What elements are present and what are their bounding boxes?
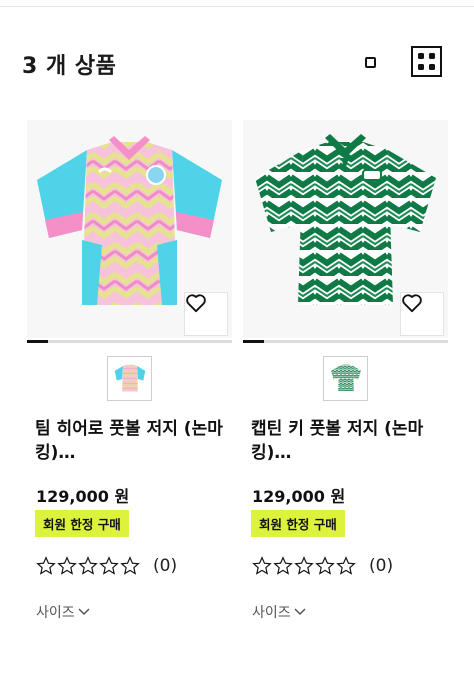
product-image[interactable] (243, 120, 448, 338)
product-card[interactable]: 캡틴 키 풋볼 저지 (논마킹)… 129,000 원 회원 한정 구매 (0)… (243, 120, 448, 622)
size-dropdown[interactable]: 사이즈 (36, 602, 232, 622)
product-name[interactable]: 팀 히어로 풋볼 저지 (논마킹)… (35, 417, 225, 465)
size-label: 사이즈 (36, 605, 75, 621)
top-divider (0, 6, 474, 7)
review-count: (0) (369, 556, 394, 576)
chevron-down-icon (78, 608, 90, 616)
image-carousel-progress (243, 340, 448, 343)
star-icon (336, 556, 356, 575)
single-view-icon[interactable] (362, 54, 378, 70)
star-icon (99, 556, 119, 575)
star-icon (273, 556, 293, 575)
listing-header: 3 개 상품 (22, 46, 452, 79)
member-only-badge: 회원 한정 구매 (35, 510, 129, 537)
product-price: 129,000 원 (252, 487, 346, 506)
wishlist-heart-icon[interactable] (400, 292, 444, 336)
product-card[interactable]: 팀 히어로 풋볼 저지 (논마킹)… 129,000 원 회원 한정 구매 (0… (27, 120, 232, 622)
product-name[interactable]: 캡틴 키 풋볼 저지 (논마킹)… (251, 417, 441, 465)
member-only-badge: 회원 한정 구매 (251, 510, 345, 537)
review-count: (0) (153, 556, 178, 576)
product-count-title: 3 개 상품 (22, 54, 117, 79)
chevron-down-icon (294, 608, 306, 616)
star-icon (315, 556, 335, 575)
star-icon (36, 556, 56, 575)
star-icon (57, 556, 77, 575)
size-dropdown[interactable]: 사이즈 (252, 602, 448, 622)
color-swatch-thumbnail[interactable] (107, 356, 152, 401)
star-icon (120, 556, 140, 575)
star-icon (252, 556, 272, 575)
product-price: 129,000 원 (36, 487, 130, 506)
color-swatch-thumbnail[interactable] (323, 356, 368, 401)
wishlist-heart-icon[interactable] (184, 292, 228, 336)
star-icon (78, 556, 98, 575)
size-label: 사이즈 (252, 605, 291, 621)
star-rating: (0) (252, 554, 448, 578)
grid-view-icon[interactable] (411, 46, 442, 77)
star-icon (294, 556, 314, 575)
star-rating: (0) (36, 554, 232, 578)
product-image[interactable] (27, 120, 232, 338)
image-carousel-progress (27, 340, 232, 343)
